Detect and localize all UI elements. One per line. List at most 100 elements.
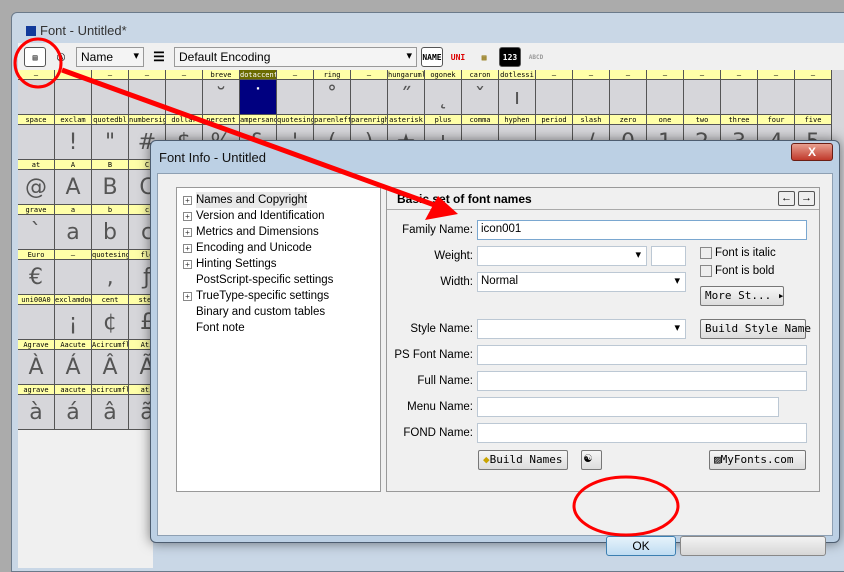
glyph-cell[interactable]: ı	[499, 80, 536, 115]
glyph-cell[interactable]: A	[55, 170, 92, 205]
build-names-button[interactable]: ◆Build Names	[478, 450, 568, 470]
glyph-label-icon[interactable]: Ⓐ	[50, 47, 72, 67]
tree-item[interactable]: + TrueType-specific settings	[183, 288, 374, 304]
glyph-cell[interactable]: @	[18, 170, 55, 205]
glyph-cell[interactable]	[610, 80, 647, 115]
expand-icon[interactable]: +	[183, 243, 192, 253]
glyph-label: Euro	[18, 250, 55, 260]
bold-checkbox[interactable]: Font is bold	[700, 265, 774, 277]
fond-name-input[interactable]	[477, 423, 807, 443]
next-button[interactable]: →	[798, 191, 815, 206]
build-style-name-button[interactable]: Build Style Name	[700, 319, 811, 339]
glyph-cell[interactable]	[129, 80, 166, 115]
glyph-cell[interactable]: Á	[55, 350, 92, 385]
expand-icon[interactable]: +	[183, 211, 192, 221]
glyph-cell[interactable]: ˛	[425, 80, 462, 115]
glyph-cell[interactable]: !	[55, 125, 92, 160]
glyph-cell[interactable]: ˘	[203, 80, 240, 115]
tree-item[interactable]: Font note	[183, 320, 374, 336]
glyph-cell[interactable]	[536, 80, 573, 115]
unicode-view-button[interactable]: UNI	[447, 47, 469, 67]
close-button[interactable]: X	[791, 143, 833, 161]
gem-icon: ◆	[483, 453, 490, 466]
tree-item[interactable]: + Names and Copyright	[183, 192, 374, 208]
save-abcd-button[interactable]: ABCD	[525, 47, 547, 67]
glyph-cell[interactable]: ˙	[240, 80, 277, 115]
glyph-cell[interactable]	[647, 80, 684, 115]
glyph-cell[interactable]	[166, 80, 203, 115]
cancel-button[interactable]	[680, 536, 826, 556]
glyph-cell[interactable]	[55, 80, 92, 115]
glyph-cell[interactable]: ˚	[314, 80, 351, 115]
glyph-cell[interactable]: B	[92, 170, 129, 205]
tree-item[interactable]: + Hinting Settings	[183, 256, 374, 272]
more-styles-button[interactable]: More St... ▸	[700, 286, 784, 306]
glyph-label: aacute	[55, 385, 92, 395]
glyph-cell[interactable]: À	[18, 350, 55, 385]
tree-item-label: Version and Identification	[196, 210, 325, 222]
glyph-label: —	[647, 70, 684, 80]
tree-item[interactable]: + Version and Identification	[183, 208, 374, 224]
expand-icon[interactable]: +	[183, 259, 192, 269]
glyph-cell[interactable]: ¢	[92, 305, 129, 340]
tree-item[interactable]: PostScript-specific settings	[183, 272, 374, 288]
glyph-cell[interactable]: "	[92, 125, 129, 160]
ok-button[interactable]: OK	[606, 536, 676, 556]
glyph-cell[interactable]	[351, 80, 388, 115]
glyph-cell[interactable]	[277, 80, 314, 115]
expand-icon[interactable]: +	[183, 291, 192, 301]
menu-name-input[interactable]	[477, 397, 779, 417]
glyph-cell[interactable]: á	[55, 395, 92, 430]
glyph-cell[interactable]	[92, 80, 129, 115]
name-view-button[interactable]: NAME	[421, 47, 443, 67]
glyph-cell[interactable]	[18, 305, 55, 340]
weight-number-input[interactable]	[651, 246, 686, 266]
glyph-cell[interactable]	[18, 80, 55, 115]
family-name-input[interactable]: icon001	[477, 220, 807, 240]
prev-button[interactable]: ←	[778, 191, 795, 206]
full-name-input[interactable]	[477, 371, 807, 391]
checkbox-box[interactable]	[700, 247, 712, 259]
width-select[interactable]: Normal	[477, 272, 686, 292]
glyph-cell[interactable]: b	[92, 215, 129, 250]
italic-checkbox[interactable]: Font is italic	[700, 247, 776, 259]
tree-item[interactable]: + Encoding and Unicode	[183, 240, 374, 256]
glyph-cell[interactable]: `	[18, 215, 55, 250]
glyph-label: period	[536, 115, 573, 125]
glyph-cell[interactable]: à	[18, 395, 55, 430]
ps-font-name-input[interactable]	[477, 345, 807, 365]
glyph-cell[interactable]: a	[55, 215, 92, 250]
glyph-cell[interactable]: ‚	[92, 260, 129, 295]
style-name-select[interactable]	[477, 319, 686, 339]
glyph-cell[interactable]	[758, 80, 795, 115]
glyph-cell[interactable]	[573, 80, 610, 115]
weight-select[interactable]	[477, 246, 647, 266]
grid-view-button[interactable]: ▦	[473, 47, 495, 67]
expand-icon[interactable]: +	[183, 227, 192, 237]
glyph-label: percent	[203, 115, 240, 125]
expand-icon[interactable]: +	[183, 195, 192, 205]
glyph-cell[interactable]	[684, 80, 721, 115]
number-view-button[interactable]: 123	[499, 47, 521, 67]
grid-empty-area	[18, 430, 153, 568]
glyph-cell[interactable]	[55, 260, 92, 295]
glyph-cell[interactable]: ˝	[388, 80, 425, 115]
glyph-cell[interactable]	[721, 80, 758, 115]
glyph-cell[interactable]	[18, 125, 55, 160]
tree-item[interactable]: + Metrics and Dimensions	[183, 224, 374, 240]
glyph-cell[interactable]: Â	[92, 350, 129, 385]
glyph-cell[interactable]: €	[18, 260, 55, 295]
glyph-cell[interactable]: ˇ	[462, 80, 499, 115]
glyph-cell[interactable]	[795, 80, 832, 115]
glyph-cell[interactable]: ¡	[55, 305, 92, 340]
checkbox-box[interactable]	[700, 265, 712, 277]
section-title: Basic set of font names	[397, 192, 532, 206]
view-select[interactable]: Name	[76, 47, 144, 67]
font-info-button[interactable]: ▤	[24, 47, 46, 67]
glyph-label: cent	[92, 295, 129, 305]
encoding-select[interactable]: Default Encoding	[174, 47, 417, 67]
tree-item[interactable]: Binary and custom tables	[183, 304, 374, 320]
myfonts-button[interactable]: ▨MyFonts.com	[709, 450, 806, 470]
glyph-cell[interactable]: â	[92, 395, 129, 430]
yin-yang-button[interactable]: ☯	[581, 450, 602, 470]
